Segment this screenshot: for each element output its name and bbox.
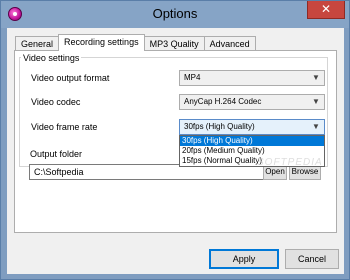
tab-general[interactable]: General [15, 36, 60, 51]
frame-rate-option-30fps[interactable]: 30fps (High Quality) [180, 136, 324, 146]
video-codec-label: Video codec [31, 97, 81, 107]
apply-button[interactable]: Apply [209, 249, 279, 269]
video-codec-value: AnyCap H.264 Codec [184, 97, 262, 106]
chevron-down-icon: ▼ [312, 97, 320, 106]
tab-advanced[interactable]: Advanced [203, 36, 256, 51]
dialog-body: General Recording settings MP3 Quality A… [7, 28, 344, 274]
frame-rate-option-20fps[interactable]: 20fps (Medium Quality) [180, 146, 324, 156]
tab-strip: General Recording settings MP3 Quality A… [15, 34, 256, 51]
video-codec-select[interactable]: AnyCap H.264 Codec ▼ [179, 94, 325, 110]
tab-mp3-quality[interactable]: MP3 Quality [143, 36, 205, 51]
video-settings-label: Video settings [21, 53, 82, 63]
video-output-format-select[interactable]: MP4 ▼ [179, 70, 325, 86]
close-button[interactable]: ✕ [307, 1, 345, 19]
video-output-format-value: MP4 [184, 73, 201, 82]
window-title: Options [152, 6, 198, 21]
cancel-button[interactable]: Cancel [285, 249, 339, 269]
tab-recording-settings[interactable]: Recording settings [58, 34, 145, 51]
video-output-format-label: Video output format [31, 73, 110, 83]
chevron-down-icon: ▼ [312, 122, 320, 131]
title-bar[interactable]: Options ✕ [1, 1, 349, 28]
output-folder-label: Output folder [30, 149, 83, 159]
video-frame-rate-value: 30fps (High Quality) [184, 122, 255, 131]
video-frame-rate-label: Video frame rate [31, 122, 98, 132]
video-frame-rate-select[interactable]: 30fps (High Quality) ▼ [179, 119, 325, 135]
chevron-down-icon: ▼ [312, 73, 320, 82]
options-window: Options ✕ General Recording settings MP3… [0, 0, 350, 280]
watermark-text: SOFTPEDIA [257, 157, 323, 168]
